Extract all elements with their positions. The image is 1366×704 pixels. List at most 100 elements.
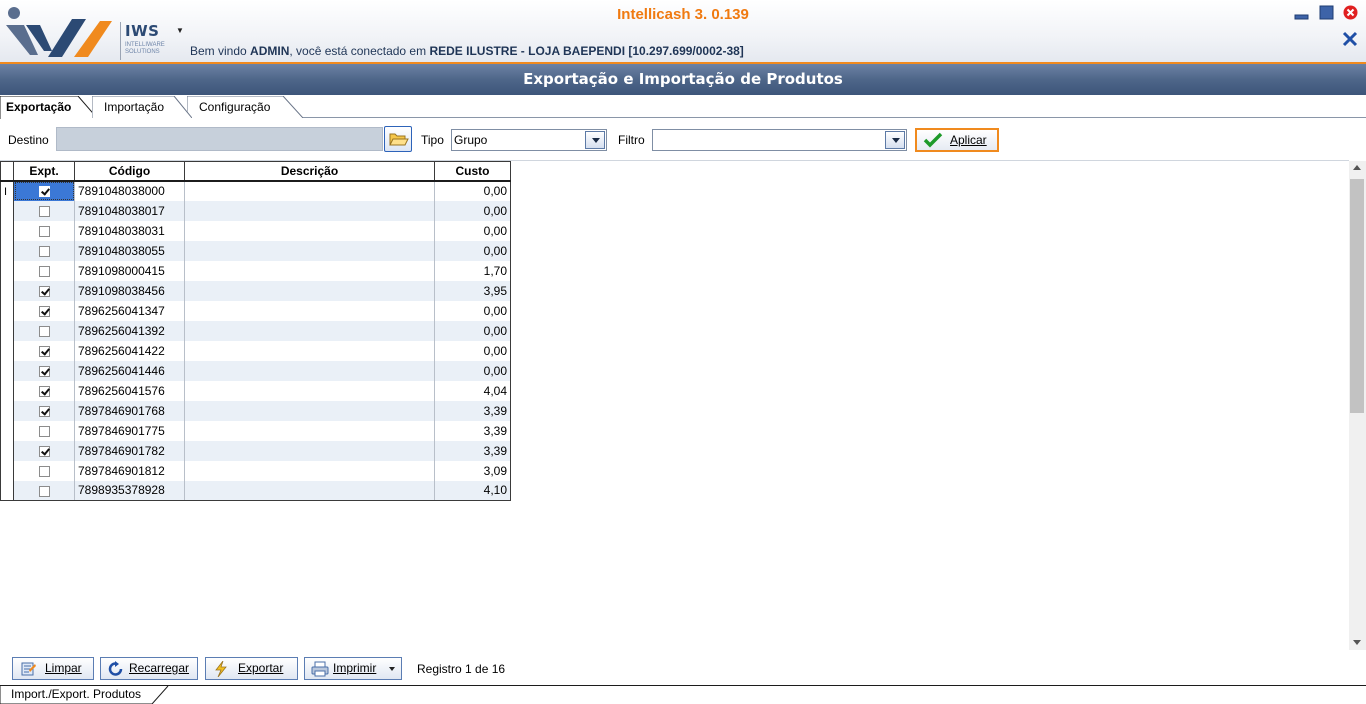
- row-indicator[interactable]: [0, 320, 14, 341]
- expt-checkbox[interactable]: [38, 365, 50, 377]
- expt-cell[interactable]: [13, 280, 75, 301]
- descricao-cell[interactable]: [184, 340, 435, 361]
- custo-cell[interactable]: 3,39: [434, 440, 511, 461]
- custo-cell[interactable]: 3,09: [434, 460, 511, 481]
- expt-cell[interactable]: [13, 380, 75, 401]
- codigo-cell[interactable]: 7891048038055: [74, 240, 185, 261]
- table-row[interactable]: 7897846901782 3,39: [0, 440, 511, 461]
- descricao-cell[interactable]: [184, 180, 435, 201]
- column-header-descricao[interactable]: Descrição: [184, 161, 435, 182]
- row-indicator[interactable]: [0, 240, 14, 261]
- scroll-down-icon[interactable]: [1353, 640, 1361, 645]
- table-row[interactable]: 7891098038456 3,95: [0, 280, 511, 301]
- codigo-cell[interactable]: 7896256041392: [74, 320, 185, 341]
- table-row[interactable]: 7891048038031 0,00: [0, 220, 511, 241]
- descricao-cell[interactable]: [184, 280, 435, 301]
- expt-cell[interactable]: [13, 440, 75, 461]
- table-row[interactable]: 7897846901768 3,39: [0, 400, 511, 421]
- scroll-thumb[interactable]: [1350, 179, 1364, 413]
- aplicar-button[interactable]: Aplicar: [915, 128, 999, 152]
- expt-checkbox[interactable]: [38, 205, 50, 217]
- descricao-cell[interactable]: [184, 260, 435, 281]
- codigo-cell[interactable]: 7897846901782: [74, 440, 185, 461]
- descricao-cell[interactable]: [184, 440, 435, 461]
- codigo-cell[interactable]: 7891048038031: [74, 220, 185, 241]
- column-header-custo[interactable]: Custo: [434, 161, 511, 182]
- expt-checkbox[interactable]: [38, 186, 50, 198]
- custo-cell[interactable]: 0,00: [434, 220, 511, 241]
- row-indicator[interactable]: [0, 480, 14, 501]
- table-row[interactable]: 7896256041446 0,00: [0, 360, 511, 381]
- status-tab-import-export[interactable]: Import./Export. Produtos: [0, 686, 170, 704]
- expt-checkbox[interactable]: [38, 345, 50, 357]
- tab-configuracao[interactable]: Configuração: [187, 96, 303, 118]
- codigo-cell[interactable]: 7891098000415: [74, 260, 185, 281]
- filtro-select[interactable]: [652, 129, 907, 151]
- custo-cell[interactable]: 3,95: [434, 280, 511, 301]
- expt-checkbox[interactable]: [38, 305, 50, 317]
- table-row[interactable]: I 7891048038000 0,00: [0, 180, 511, 201]
- table-row[interactable]: 7896256041347 0,00: [0, 300, 511, 321]
- row-indicator[interactable]: [0, 300, 14, 321]
- exportar-button[interactable]: Exportar: [205, 657, 298, 680]
- custo-cell[interactable]: 0,00: [434, 300, 511, 321]
- table-row[interactable]: 7897846901812 3,09: [0, 460, 511, 481]
- descricao-cell[interactable]: [184, 200, 435, 221]
- expt-checkbox[interactable]: [38, 465, 50, 477]
- expt-checkbox[interactable]: [38, 285, 50, 297]
- row-indicator[interactable]: [0, 340, 14, 361]
- row-indicator[interactable]: [0, 460, 14, 481]
- table-row[interactable]: 7896256041576 4,04: [0, 380, 511, 401]
- codigo-cell[interactable]: 7897846901775: [74, 420, 185, 441]
- custo-cell[interactable]: 0,00: [434, 200, 511, 221]
- descricao-cell[interactable]: [184, 460, 435, 481]
- custo-cell[interactable]: 4,04: [434, 380, 511, 401]
- expt-checkbox[interactable]: [38, 485, 50, 497]
- custo-cell[interactable]: 1,70: [434, 260, 511, 281]
- row-indicator[interactable]: [0, 220, 14, 241]
- custo-cell[interactable]: 3,39: [434, 420, 511, 441]
- minimize-icon[interactable]: [1294, 5, 1309, 20]
- expt-checkbox[interactable]: [38, 325, 50, 337]
- row-indicator[interactable]: [0, 400, 14, 421]
- recarregar-button[interactable]: Recarregar: [100, 657, 198, 680]
- table-row[interactable]: 7896256041422 0,00: [0, 340, 511, 361]
- destino-input[interactable]: [56, 127, 383, 151]
- custo-cell[interactable]: 3,39: [434, 400, 511, 421]
- tipo-select[interactable]: Grupo: [451, 129, 607, 151]
- row-indicator[interactable]: I: [0, 180, 14, 201]
- expt-checkbox[interactable]: [38, 265, 50, 277]
- limpar-button[interactable]: Limpar: [12, 657, 94, 680]
- row-indicator[interactable]: [0, 280, 14, 301]
- table-row[interactable]: 7891048038055 0,00: [0, 240, 511, 261]
- table-row[interactable]: 7896256041392 0,00: [0, 320, 511, 341]
- custo-cell[interactable]: 0,00: [434, 180, 511, 201]
- codigo-cell[interactable]: 7898935378928: [74, 480, 185, 501]
- codigo-cell[interactable]: 7896256041347: [74, 300, 185, 321]
- chevron-down-icon[interactable]: [885, 131, 905, 149]
- row-indicator[interactable]: [0, 420, 14, 441]
- logo-menu-caret-icon[interactable]: ▼: [176, 26, 184, 35]
- descricao-cell[interactable]: [184, 400, 435, 421]
- codigo-cell[interactable]: 7897846901768: [74, 400, 185, 421]
- expt-cell[interactable]: [13, 260, 75, 281]
- row-indicator[interactable]: [0, 380, 14, 401]
- table-row[interactable]: 7898935378928 4,10: [0, 480, 511, 501]
- codigo-cell[interactable]: 7896256041422: [74, 340, 185, 361]
- expt-checkbox[interactable]: [38, 425, 50, 437]
- descricao-cell[interactable]: [184, 240, 435, 261]
- expt-cell[interactable]: [13, 240, 75, 261]
- descricao-cell[interactable]: [184, 360, 435, 381]
- expt-cell[interactable]: [13, 340, 75, 361]
- expt-cell[interactable]: [13, 400, 75, 421]
- custo-cell[interactable]: 0,00: [434, 320, 511, 341]
- row-indicator[interactable]: [0, 260, 14, 281]
- column-header-expt[interactable]: Expt.: [13, 161, 75, 182]
- close-icon[interactable]: [1343, 5, 1358, 20]
- custo-cell[interactable]: 0,00: [434, 240, 511, 261]
- row-indicator[interactable]: [0, 360, 14, 381]
- descricao-cell[interactable]: [184, 220, 435, 241]
- table-row[interactable]: 7891098000415 1,70: [0, 260, 511, 281]
- expt-checkbox[interactable]: [38, 385, 50, 397]
- table-row[interactable]: 7897846901775 3,39: [0, 420, 511, 441]
